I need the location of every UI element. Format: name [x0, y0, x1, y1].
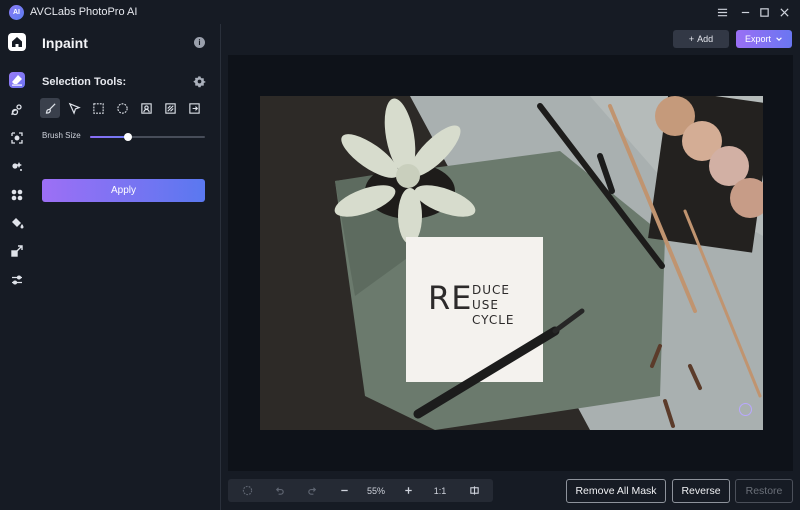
brush-size-fill — [90, 136, 128, 138]
selection-tools-title: Selection Tools: — [42, 76, 127, 88]
face-retouch-icon[interactable] — [8, 101, 26, 119]
brush-size-label: Brush Size — [42, 131, 81, 140]
apply-button[interactable]: Apply — [42, 179, 205, 202]
enhance-icon[interactable] — [8, 186, 26, 204]
actual-size-button[interactable]: 1:1 — [428, 479, 452, 502]
image-canvas[interactable]: RE DUCE USE CYCLE — [228, 55, 793, 471]
photo[interactable]: RE DUCE USE CYCLE — [260, 96, 763, 430]
redo-icon[interactable] — [303, 479, 321, 502]
compare-icon[interactable] — [465, 479, 483, 502]
brush-size-handle[interactable] — [123, 133, 132, 141]
brush-tool-icon[interactable] — [40, 98, 60, 118]
add-label: Add — [697, 34, 714, 44]
rectangle-select-icon[interactable] — [88, 98, 108, 118]
note-text-use: USE — [472, 298, 499, 312]
menu-icon[interactable] — [714, 4, 730, 20]
app-title: AVCLabs PhotoPro AI — [30, 6, 138, 18]
note-text-duce: DUCE — [472, 283, 510, 297]
note-text-cycle: CYCLE — [472, 313, 515, 327]
title-bar: AI AVCLabs PhotoPro AI — [0, 0, 800, 24]
app-logo-icon: AI — [9, 5, 24, 20]
adjust-icon[interactable] — [8, 271, 26, 289]
fit-screen-icon[interactable] — [238, 479, 256, 502]
plus-icon: + — [688, 34, 695, 44]
zoom-out-icon[interactable] — [335, 479, 353, 502]
inpaint-panel: Inpaint i Selection Tools: Brush Size Ap… — [34, 24, 220, 510]
upscale-icon[interactable] — [8, 242, 26, 260]
zoom-in-icon[interactable] — [399, 479, 417, 502]
add-button[interactable]: + Add — [673, 30, 729, 48]
ellipse-select-icon[interactable] — [112, 98, 132, 118]
maximize-icon[interactable] — [756, 4, 772, 20]
restore-button[interactable]: Restore — [735, 479, 793, 503]
background-remove-icon[interactable] — [8, 129, 26, 147]
export-label: Export — [744, 34, 771, 44]
close-icon[interactable] — [776, 4, 792, 20]
reverse-button[interactable]: Reverse — [672, 479, 730, 503]
import-mask-icon[interactable] — [184, 98, 204, 118]
undo-icon[interactable] — [270, 479, 288, 502]
note-text-re: RE — [428, 279, 473, 317]
colorize-icon[interactable] — [8, 214, 26, 232]
sticky-note: RE DUCE USE CYCLE — [406, 237, 543, 382]
export-button[interactable]: Export — [736, 30, 792, 48]
polygon-lasso-icon[interactable] — [64, 98, 84, 118]
minimize-icon[interactable] — [737, 4, 753, 20]
main-area: + Add Export RE DUCE USE CYCLE 55% 1:1 R… — [221, 24, 800, 510]
info-icon[interactable]: i — [194, 37, 205, 48]
gear-icon[interactable] — [193, 75, 206, 88]
person-select-icon[interactable] — [136, 98, 156, 118]
pattern-select-icon[interactable] — [160, 98, 180, 118]
zoom-toolbar: 55% 1:1 — [228, 479, 493, 502]
chevron-down-icon — [776, 37, 782, 41]
feature-rail — [0, 24, 34, 510]
home-icon[interactable] — [8, 33, 26, 51]
remove-all-mask-button[interactable]: Remove All Mask — [566, 479, 666, 503]
inpaint-eraser-icon[interactable] — [9, 72, 25, 88]
ai-replace-icon[interactable] — [8, 157, 26, 175]
brush-size-slider[interactable] — [90, 133, 205, 141]
panel-title: Inpaint — [42, 35, 88, 51]
selection-tools — [40, 98, 204, 118]
brush-cursor — [739, 403, 752, 416]
zoom-level: 55% — [366, 485, 385, 496]
